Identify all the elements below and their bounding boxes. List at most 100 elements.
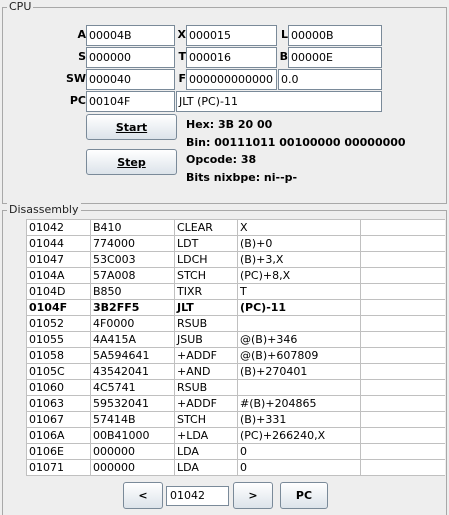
table-row[interactable]: 01071 000000 LDA 0: [26, 459, 445, 476]
table-row[interactable]: 01063 59532041 +ADDF #(B)+204865: [26, 395, 445, 412]
step-button[interactable]: Step: [86, 149, 177, 175]
mnemonic-cell: STCH: [174, 267, 238, 284]
operand-cell: @(B)+607809: [237, 347, 361, 364]
disassembly-panel-title: Disassembly: [7, 203, 81, 217]
register-f-field[interactable]: 000000000000: [186, 69, 277, 90]
table-row[interactable]: 01055 4A415A JSUB @(B)+346: [26, 331, 445, 348]
hex-cell: B410: [90, 219, 175, 236]
table-row[interactable]: 0104A 57A008 STCH (PC)+8,X: [26, 267, 445, 284]
operand-cell: (B)+270401: [237, 363, 361, 380]
register-sw-label: SW: [65, 72, 86, 85]
next-page-button[interactable]: >: [233, 482, 273, 509]
address-cell: 0104A: [26, 267, 91, 284]
register-l-field[interactable]: 00000B: [288, 25, 382, 46]
hex-cell: 57A008: [90, 267, 175, 284]
mnemonic-cell: STCH: [174, 411, 238, 428]
register-f-decimal-field[interactable]: 0.0: [278, 69, 382, 90]
hex-cell: 4F0000: [90, 315, 175, 332]
start-button[interactable]: Start: [86, 114, 177, 140]
address-cell: 01047: [26, 251, 91, 268]
mnemonic-cell: +AND: [174, 363, 238, 380]
comment-cell: [360, 235, 445, 252]
register-pc-field[interactable]: 00104F: [86, 91, 175, 112]
prev-page-label: <: [138, 489, 148, 502]
goto-pc-label: PC: [295, 489, 313, 502]
comment-cell: [360, 459, 445, 476]
table-row[interactable]: 01042 B410 CLEAR X: [26, 219, 445, 236]
operand-cell: (PC)+266240,X: [237, 427, 361, 444]
mnemonic-cell: LDA: [174, 443, 238, 460]
table-row[interactable]: 0106A 00B41000 +LDA (PC)+266240,X: [26, 427, 445, 444]
hex-cell: 43542041: [90, 363, 175, 380]
comment-cell: [360, 299, 445, 316]
address-cell: 0106E: [26, 443, 91, 460]
operand-cell: 0: [237, 459, 361, 476]
comment-cell: [360, 363, 445, 380]
table-row[interactable]: 01058 5A594641 +ADDF @(B)+607809: [26, 347, 445, 364]
mnemonic-cell: JLT: [174, 299, 238, 316]
operand-cell: 0: [237, 443, 361, 460]
comment-cell: [360, 267, 445, 284]
address-cell: 01071: [26, 459, 91, 476]
cpu-panel-title: CPU: [7, 0, 34, 14]
comment-cell: [360, 283, 445, 300]
mnemonic-cell: +LDA: [174, 427, 238, 444]
register-t-label: T: [178, 50, 186, 63]
address-cell: 01044: [26, 235, 91, 252]
address-cell: 0104D: [26, 283, 91, 300]
table-row[interactable]: 01052 4F0000 RSUB: [26, 315, 445, 332]
hex-cell: 3B2FF5: [90, 299, 175, 316]
table-row[interactable]: 0105C 43542041 +AND (B)+270401: [26, 363, 445, 380]
table-row[interactable]: 01067 57414B STCH (B)+331: [26, 411, 445, 428]
table-row[interactable]: 0104D B850 TIXR T: [26, 283, 445, 300]
register-f-label: F: [178, 72, 186, 85]
mnemonic-cell: LDT: [174, 235, 238, 252]
mnemonic-cell: TIXR: [174, 283, 238, 300]
register-b-label: B: [279, 50, 288, 63]
disassembly-table[interactable]: 01042 B410 CLEAR X 01044 774000 LDT (B)+0 01047 5…: [26, 219, 445, 476]
hex-cell: 00B41000: [90, 427, 175, 444]
hex-cell: 5A594641: [90, 347, 175, 364]
mnemonic-cell: +ADDF: [174, 347, 238, 364]
address-cell: 01067: [26, 411, 91, 428]
mnemonic-cell: JSUB: [174, 331, 238, 348]
register-sw-field[interactable]: 000040: [86, 69, 175, 90]
comment-cell: [360, 395, 445, 412]
hex-cell: B850: [90, 283, 175, 300]
register-l-label: L: [280, 28, 288, 41]
register-x-label: X: [177, 28, 186, 41]
goto-pc-button[interactable]: PC: [280, 482, 328, 509]
comment-cell: [360, 315, 445, 332]
table-row[interactable]: 0104F 3B2FF5 JLT (PC)-11: [26, 299, 445, 316]
prev-page-button[interactable]: <: [123, 482, 163, 509]
register-a-field[interactable]: 00004B: [86, 25, 175, 46]
register-pc-label: PC: [69, 94, 86, 107]
register-s-label: S: [78, 50, 86, 63]
table-row[interactable]: 01047 53C003 LDCH (B)+3,X: [26, 251, 445, 268]
current-instruction-field: JLT (PC)-11: [176, 91, 382, 112]
register-x-field[interactable]: 000015: [186, 25, 277, 46]
table-row[interactable]: 01060 4C5741 RSUB: [26, 379, 445, 396]
address-cell: 0104F: [26, 299, 91, 316]
register-b-field[interactable]: 00000E: [288, 47, 382, 68]
register-s-field[interactable]: 000000: [86, 47, 175, 68]
comment-cell: [360, 427, 445, 444]
table-row[interactable]: 0106E 000000 LDA 0: [26, 443, 445, 460]
mnemonic-cell: LDA: [174, 459, 238, 476]
operand-cell: (PC)+8,X: [237, 267, 361, 284]
operand-cell: (B)+0: [237, 235, 361, 252]
operand-cell: #(B)+204865: [237, 395, 361, 412]
register-t-field[interactable]: 000016: [186, 47, 277, 68]
table-row[interactable]: 01044 774000 LDT (B)+0: [26, 235, 445, 252]
address-cell: 0106A: [26, 427, 91, 444]
address-cell: 01058: [26, 347, 91, 364]
address-cell: 0105C: [26, 363, 91, 380]
mnemonic-cell: RSUB: [174, 379, 238, 396]
mnemonic-cell: RSUB: [174, 315, 238, 332]
hex-cell: 59532041: [90, 395, 175, 412]
operand-cell: (PC)-11: [237, 299, 361, 316]
hex-cell: 4A415A: [90, 331, 175, 348]
address-input[interactable]: 01042: [166, 486, 229, 506]
address-cell: 01060: [26, 379, 91, 396]
bin-info: Bin: 00111011 00100000 00000000: [186, 136, 406, 149]
